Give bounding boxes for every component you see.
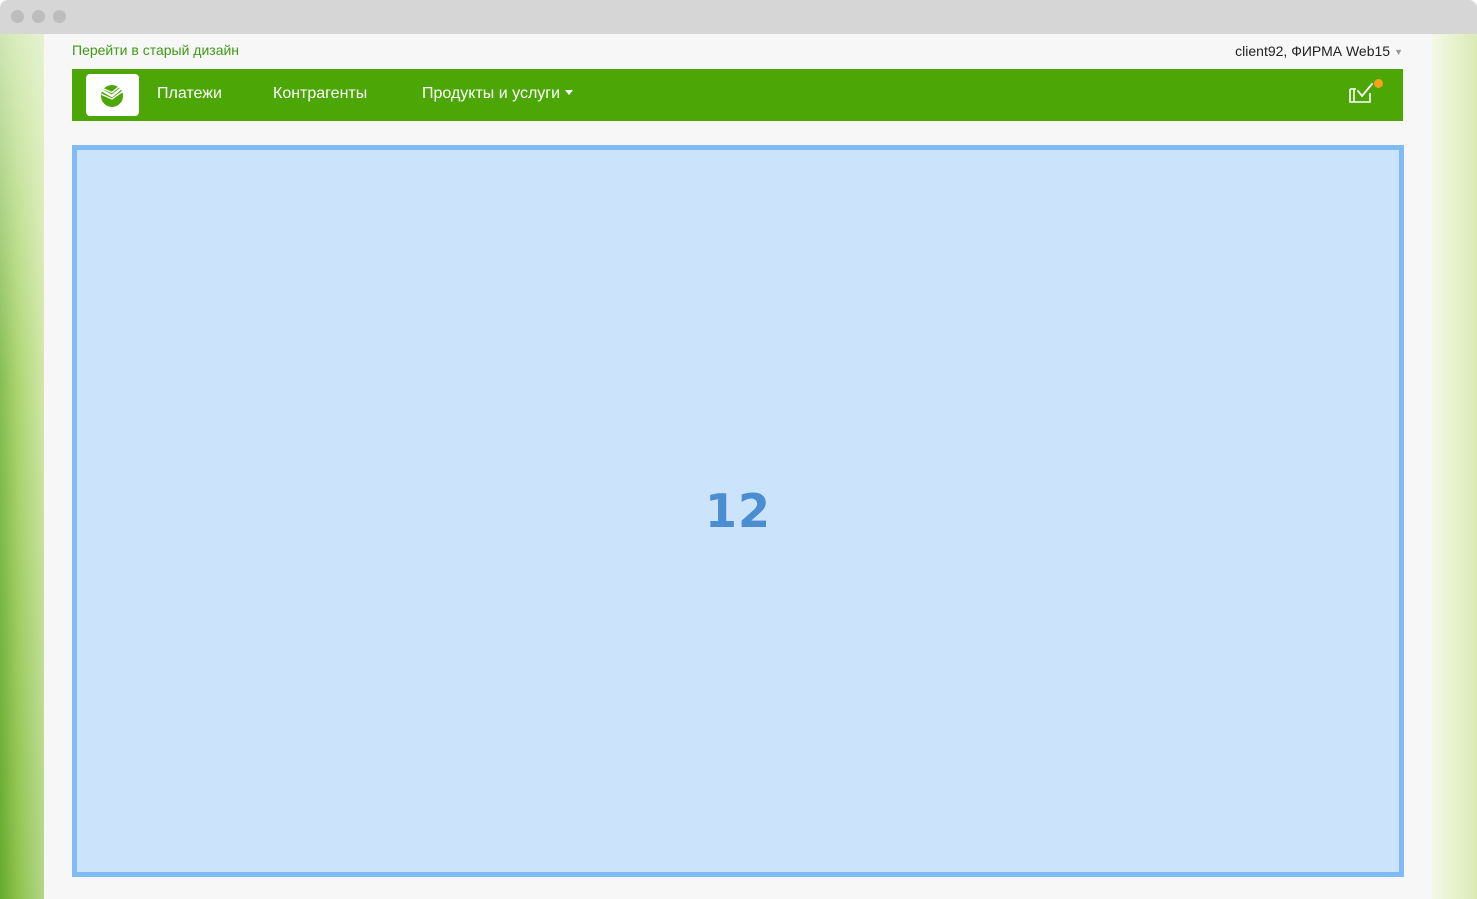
nav-item-payments[interactable]: Платежи bbox=[157, 85, 222, 103]
chevron-down-icon bbox=[565, 90, 574, 95]
main-navbar: Платежи Контрагенты Продукты и услуги bbox=[72, 69, 1403, 121]
user-menu[interactable]: client92, ФИРМА Web15 ▼ bbox=[1235, 43, 1403, 59]
window-maximize-button[interactable] bbox=[53, 10, 66, 23]
sberbank-logo-icon-graphic bbox=[100, 83, 126, 107]
nav-item-counterparties[interactable]: Контрагенты bbox=[273, 85, 367, 103]
user-label: client92, ФИРМА Web15 bbox=[1235, 43, 1391, 59]
placeholder-number: 12 bbox=[704, 484, 771, 538]
old-design-link[interactable]: Перейти в старый дизайн bbox=[72, 42, 239, 58]
messages-button[interactable] bbox=[1348, 79, 1383, 109]
window-titlebar bbox=[0, 0, 1477, 34]
chevron-down-icon: ▼ bbox=[1394, 47, 1403, 57]
background-right-decoration bbox=[1432, 34, 1477, 899]
mail-check-icon bbox=[1349, 83, 1373, 103]
page: Перейти в старый дизайн client92, ФИРМА … bbox=[44, 34, 1432, 899]
content-placeholder: 12 bbox=[72, 145, 1404, 877]
window-minimize-button[interactable] bbox=[32, 10, 45, 23]
window-close-button[interactable] bbox=[11, 10, 24, 23]
nav-item-products-label: Продукты и услуги bbox=[422, 85, 561, 102]
notification-dot-icon bbox=[1374, 79, 1383, 88]
sberbank-logo-icon[interactable] bbox=[86, 74, 139, 116]
background-left-decoration bbox=[0, 34, 44, 899]
nav-item-products-services[interactable]: Продукты и услуги bbox=[422, 85, 574, 103]
